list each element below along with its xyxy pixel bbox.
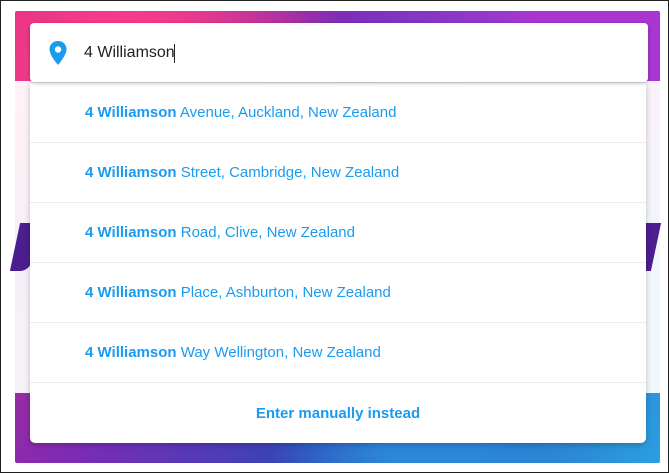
suggestion-item[interactable]: 4 Williamson Road, Clive, New Zealand [30, 203, 646, 263]
suggestion-rest-text: Avenue, Auckland, New Zealand [176, 104, 397, 121]
location-pin-icon [49, 41, 67, 65]
enter-manually-label: Enter manually instead [255, 404, 421, 422]
suggestion-item[interactable]: 4 Williamson Avenue, Auckland, New Zeala… [30, 83, 646, 143]
suggestion-match-text: 4 Williamson [85, 164, 177, 181]
suggestion-rest-text: Place, Ashburton, New Zealand [176, 284, 391, 301]
address-search-box [30, 23, 648, 82]
suggestion-item[interactable]: 4 Williamson Way Wellington, New Zealand [30, 323, 646, 383]
suggestion-match-text: 4 Williamson [85, 344, 177, 361]
suggestion-match-text: 4 Williamson [85, 224, 177, 241]
suggestion-rest-text: Way Wellington, New Zealand [176, 344, 381, 361]
address-search-input[interactable] [84, 38, 624, 68]
suggestion-rest-text: Road, Clive, New Zealand [176, 224, 355, 241]
suggestion-item[interactable]: 4 Williamson Street, Cambridge, New Zeal… [30, 143, 646, 203]
suggestion-match-text: 4 Williamson [85, 284, 177, 301]
address-suggestions-dropdown: 4 Williamson Avenue, Auckland, New Zeala… [30, 83, 646, 443]
suggestion-match-text: 4 Williamson [85, 104, 177, 121]
screenshot-frame: 4 Williamson Avenue, Auckland, New Zeala… [0, 0, 669, 473]
suggestion-rest-text: Street, Cambridge, New Zealand [176, 164, 400, 181]
suggestion-item[interactable]: 4 Williamson Place, Ashburton, New Zeala… [30, 263, 646, 323]
enter-manually-link[interactable]: Enter manually instead [30, 383, 646, 443]
text-cursor [174, 44, 175, 63]
